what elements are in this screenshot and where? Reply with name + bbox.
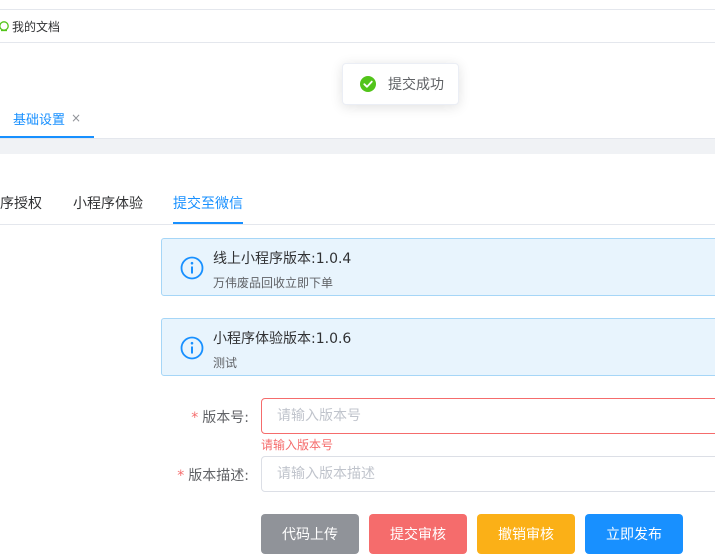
content-divider — [0, 139, 715, 154]
success-toast: 提交成功 — [342, 63, 459, 105]
submit-review-button[interactable]: 提交审核 — [369, 514, 467, 554]
tab-mini-program-trial[interactable]: 小程序体验 — [73, 184, 143, 224]
success-check-icon — [360, 76, 376, 92]
page-tab-basic-settings[interactable]: 基础设置 × — [0, 100, 94, 138]
toast-message: 提交成功 — [388, 77, 444, 93]
required-mark: * — [177, 468, 185, 484]
online-version-alert: 线上小程序版本:1.0.4 万伟废品回收立即下单 — [161, 238, 715, 296]
info-icon — [180, 336, 204, 360]
sub-tabs: 序授权 小程序体验 提交至微信 — [0, 184, 715, 225]
description-label: * 版本描述: — [149, 465, 249, 485]
description-label-text: 版本描述: — [188, 468, 249, 484]
breadcrumb[interactable]: 我的文档 — [0, 10, 715, 43]
alert-description: 测试 — [213, 356, 238, 370]
info-icon — [180, 256, 204, 280]
top-border — [0, 0, 715, 10]
required-mark: * — [191, 410, 199, 426]
page-tabs-bar: 基础设置 × — [0, 100, 715, 139]
version-error-message: 请输入版本号 — [261, 438, 334, 452]
upload-code-button[interactable]: 代码上传 — [261, 514, 359, 554]
trial-version-alert: 小程序体验版本:1.0.6 测试 — [161, 318, 715, 376]
page-tab-label: 基础设置 — [13, 112, 66, 128]
publish-now-button[interactable]: 立即发布 — [585, 514, 683, 554]
version-label: * 版本号: — [149, 407, 249, 427]
alert-title: 线上小程序版本:1.0.4 — [213, 251, 352, 267]
description-input[interactable] — [261, 456, 715, 492]
breadcrumb-label[interactable]: 我的文档 — [12, 18, 60, 35]
revoke-review-button[interactable]: 撤销审核 — [477, 514, 575, 554]
close-icon[interactable]: × — [71, 111, 81, 125]
tab-authorization[interactable]: 序授权 — [0, 184, 42, 224]
version-input[interactable] — [261, 398, 715, 434]
alert-description: 万伟废品回收立即下单 — [213, 276, 334, 290]
alert-title: 小程序体验版本:1.0.6 — [213, 331, 352, 347]
tab-submit-to-wechat[interactable]: 提交至微信 — [173, 184, 243, 224]
document-icon — [0, 21, 9, 32]
version-label-text: 版本号: — [202, 410, 249, 426]
